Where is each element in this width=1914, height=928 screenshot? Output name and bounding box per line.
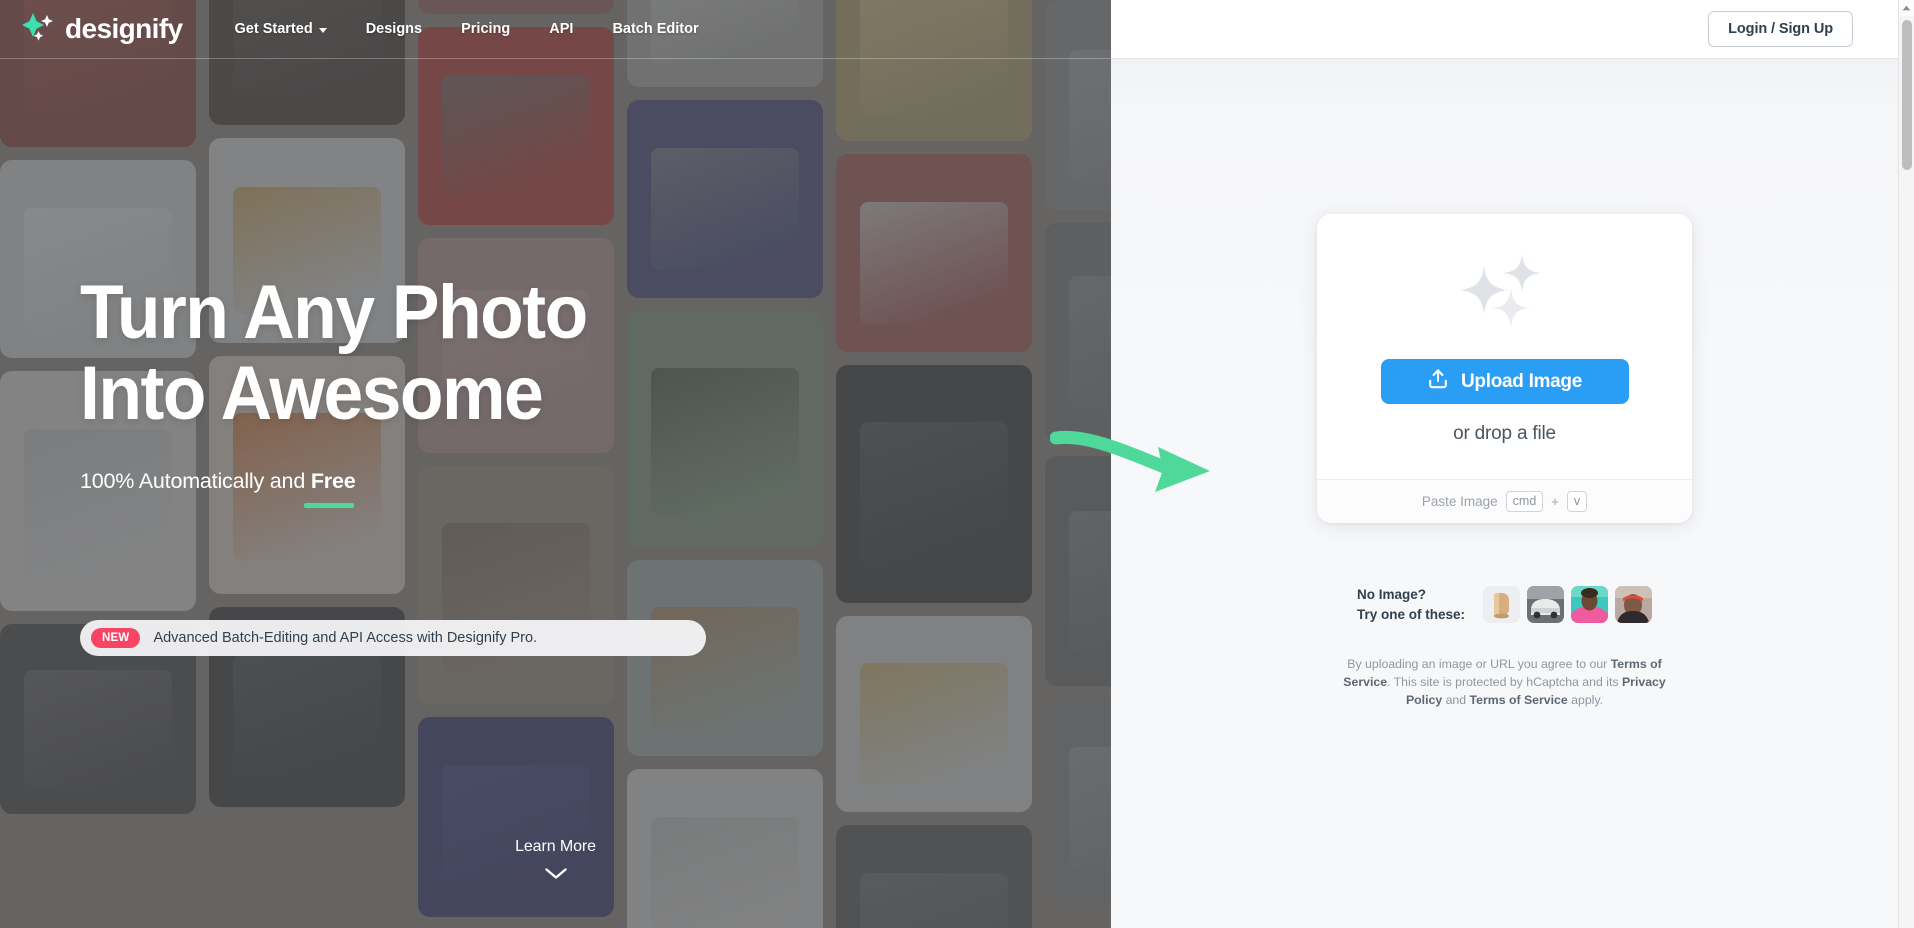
kbd-cmd: cmd bbox=[1505, 490, 1544, 513]
nav-item-get-started-label: Get Started bbox=[234, 21, 313, 37]
login-signup-button[interactable]: Login / Sign Up bbox=[1708, 11, 1853, 47]
promo-banner-text: Advanced Batch-Editing and API Access wi… bbox=[153, 630, 538, 646]
hero-headline-line1: Turn Any Photo bbox=[80, 270, 588, 355]
upload-card[interactable]: Upload Image or drop a file Paste Image … bbox=[1317, 214, 1692, 523]
hero-text-block: Turn Any Photo Into Awesome 100% Automat… bbox=[80, 270, 619, 508]
sample-images-title-line2: Try one of these: bbox=[1356, 606, 1466, 622]
collage-tile bbox=[836, 154, 1032, 352]
collage-tile-subject bbox=[650, 147, 800, 271]
promo-banner[interactable]: NEW Advanced Batch-Editing and API Acces… bbox=[80, 620, 706, 656]
kbd-plus: + bbox=[1551, 494, 1559, 509]
drop-file-label: or drop a file bbox=[1453, 423, 1556, 444]
collage-tile bbox=[627, 311, 823, 547]
hero-subheadline-prefix: 100% Automatically and bbox=[80, 468, 311, 493]
hero-headline-line2: Into Awesome bbox=[80, 351, 544, 437]
collage-tile bbox=[418, 466, 614, 704]
legal-part4: apply. bbox=[1567, 693, 1604, 708]
collage-tile-subject bbox=[232, 655, 382, 779]
collage-tile-subject bbox=[441, 74, 591, 198]
kbd-v: v bbox=[1566, 490, 1588, 513]
terms-of-service-link-2[interactable]: Terms of Service bbox=[1470, 693, 1568, 707]
brand-name: designify bbox=[65, 13, 183, 44]
collage-tile-subject bbox=[1068, 50, 1111, 181]
scrollbar-thumb[interactable] bbox=[1902, 20, 1912, 170]
hero-headline: Turn Any Photo Into Awesome bbox=[80, 270, 588, 437]
nav-item-api[interactable]: API bbox=[549, 21, 573, 37]
sparkle-diamond-icon bbox=[22, 11, 56, 48]
collage-tile bbox=[627, 560, 823, 756]
upload-image-button-label: Upload Image bbox=[1461, 370, 1582, 392]
sample-thumb-car[interactable] bbox=[1527, 586, 1565, 624]
legal-part1: By uploading an image or URL you agree t… bbox=[1347, 657, 1611, 671]
collage-tile-subject bbox=[23, 669, 173, 788]
right-panel-header: Login / Sign Up bbox=[1111, 0, 1898, 59]
collage-tile-subject bbox=[1068, 511, 1111, 654]
upload-image-button[interactable]: Upload Image bbox=[1380, 359, 1629, 404]
chevron-down-icon bbox=[544, 866, 567, 879]
collage-tile bbox=[627, 100, 823, 298]
collage-tile-subject bbox=[650, 367, 800, 514]
free-underline bbox=[304, 502, 355, 508]
collage-tile bbox=[418, 717, 614, 917]
nav-item-get-started[interactable]: Get Started bbox=[235, 21, 327, 37]
collage-tile bbox=[836, 365, 1032, 603]
nav-item-pricing[interactable]: Pricing bbox=[461, 21, 510, 37]
upload-card-body: Upload Image or drop a file bbox=[1317, 214, 1692, 479]
scroll-up-arrow-icon[interactable] bbox=[1899, 0, 1914, 16]
right-panel: Login / Sign Up Upload Image or drop a f… bbox=[1111, 0, 1898, 928]
collage-tile bbox=[1045, 223, 1111, 443]
sample-images-section: No Image? Try one of these: bbox=[1111, 585, 1898, 624]
hero-subheadline-emphasis: Free bbox=[310, 468, 356, 493]
collage-tile-subject bbox=[859, 873, 1009, 928]
page-scrollbar[interactable] bbox=[1898, 0, 1914, 928]
sample-thumbnails bbox=[1483, 586, 1653, 624]
sample-thumb-person-pink[interactable] bbox=[1571, 586, 1609, 624]
collage-tile-subject bbox=[859, 422, 1009, 570]
legal-part2: . This site is protected by hCaptcha and… bbox=[1387, 675, 1622, 690]
paste-image-row: Paste Image cmd + v bbox=[1317, 479, 1692, 523]
page-root: designify Get Started Designs Pricing AP… bbox=[0, 0, 1914, 928]
sample-images-title: No Image? Try one of these: bbox=[1357, 585, 1465, 624]
brand-logo[interactable]: designify bbox=[22, 11, 183, 48]
upload-card-wrapper: Upload Image or drop a file Paste Image … bbox=[1111, 214, 1898, 523]
sample-images-title-line1: No Image? bbox=[1356, 587, 1426, 602]
sample-thumb-speaker[interactable] bbox=[1483, 586, 1521, 624]
curved-arrow-right-icon bbox=[1049, 430, 1220, 510]
new-badge: NEW bbox=[91, 628, 141, 648]
legal-disclaimer: By uploading an image or URL you agree t… bbox=[1333, 655, 1677, 710]
top-navigation: designify Get Started Designs Pricing AP… bbox=[0, 0, 1111, 59]
upload-icon bbox=[1427, 368, 1449, 396]
collage-column bbox=[627, 0, 823, 928]
collage-tile-subject bbox=[859, 663, 1009, 785]
sparkles-icon bbox=[1456, 252, 1554, 333]
nav-links: Get Started Designs Pricing API Batch Ed… bbox=[235, 21, 699, 37]
collage-tile bbox=[836, 616, 1032, 812]
learn-more-link[interactable]: Learn More bbox=[0, 838, 1111, 879]
sample-thumb-woman-headband[interactable] bbox=[1615, 586, 1653, 624]
hero-subheadline: 100% Automatically and Free bbox=[80, 468, 356, 508]
collage-tile-subject bbox=[859, 201, 1009, 325]
collage-tile-subject bbox=[1068, 275, 1111, 413]
legal-part3: and bbox=[1442, 693, 1470, 708]
learn-more-label: Learn More bbox=[515, 838, 596, 855]
chevron-down-icon bbox=[318, 27, 327, 33]
collage-column bbox=[836, 0, 1032, 928]
paste-image-label: Paste Image bbox=[1421, 494, 1498, 509]
nav-item-batch-editor[interactable]: Batch Editor bbox=[612, 21, 698, 37]
nav-item-designs[interactable]: Designs bbox=[366, 21, 422, 37]
